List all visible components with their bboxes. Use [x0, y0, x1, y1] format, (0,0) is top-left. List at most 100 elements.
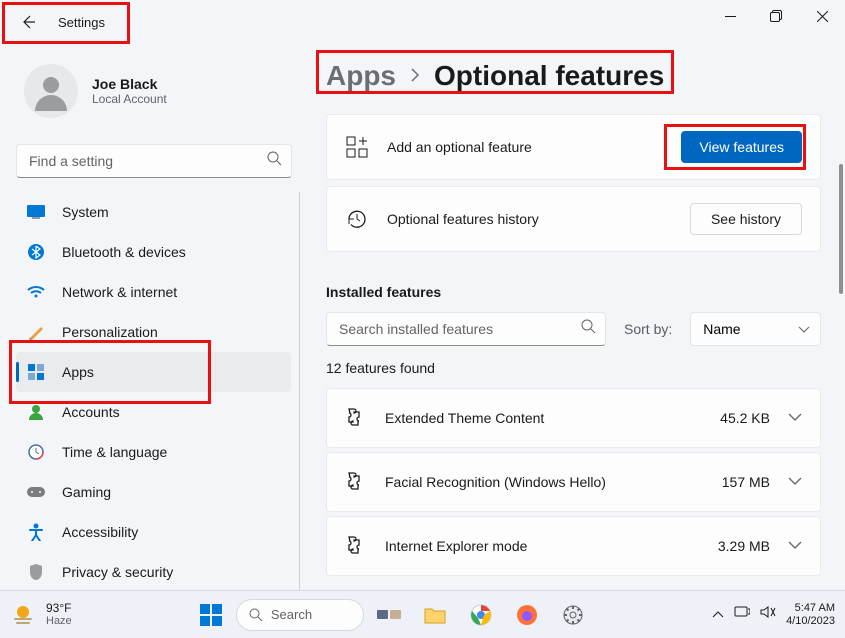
nav-label: Bluetooth & devices: [62, 244, 186, 260]
weather-widget[interactable]: 93°F Haze: [10, 602, 72, 628]
feature-name: Facial Recognition (Windows Hello): [385, 474, 722, 490]
sidebar-item-gamepad[interactable]: Gaming: [16, 472, 291, 512]
sidebar: Joe Black Local Account System Bluetooth …: [0, 44, 306, 590]
sidebar-item-bluetooth[interactable]: Bluetooth & devices: [16, 232, 291, 272]
search-icon: [581, 319, 596, 339]
accessibility-icon: [26, 522, 46, 542]
explorer-icon[interactable]: [414, 594, 456, 636]
chevron-down-icon: [788, 409, 802, 427]
wifi-icon: [26, 282, 46, 302]
scrollbar[interactable]: [839, 164, 843, 294]
history-label: Optional features history: [387, 211, 690, 227]
feature-item[interactable]: Extended Theme Content45.2 KB: [326, 388, 821, 448]
feature-name: Internet Explorer mode: [385, 538, 718, 554]
sort-select[interactable]: Name: [690, 312, 821, 346]
add-feature-card: Add an optional feature View features: [326, 114, 821, 180]
tray-expand-icon[interactable]: [712, 606, 724, 624]
time-text: 5:47 AM: [795, 602, 835, 615]
installed-header: Installed features: [326, 284, 821, 300]
profile-block[interactable]: Joe Black Local Account: [16, 58, 300, 134]
sort-value: Name: [703, 321, 740, 337]
title-bar: Settings: [0, 0, 845, 44]
sidebar-item-system[interactable]: System: [16, 192, 291, 232]
chevron-down-icon: [798, 321, 810, 337]
nav-label: Accessibility: [62, 524, 138, 540]
chevron-down-icon: [788, 473, 802, 491]
nav-label: Accounts: [62, 404, 120, 420]
nav-label: Privacy & security: [62, 564, 173, 580]
feature-size: 157 MB: [722, 474, 770, 490]
puzzle-icon: [345, 471, 367, 493]
puzzle-icon: [345, 407, 367, 429]
add-feature-icon: [345, 135, 369, 159]
app-title: Settings: [58, 15, 105, 30]
system-icon: [26, 202, 46, 222]
sort-label: Sort by:: [624, 321, 672, 337]
feature-size: 45.2 KB: [720, 410, 770, 426]
weather-condition: Haze: [46, 615, 72, 627]
back-button[interactable]: [18, 12, 38, 32]
maximize-button[interactable]: [753, 0, 799, 32]
sidebar-item-person[interactable]: Accounts: [16, 392, 291, 432]
shield-icon: [26, 562, 46, 582]
feature-size: 3.29 MB: [718, 538, 770, 554]
history-card: Optional features history See history: [326, 186, 821, 252]
installed-search-input[interactable]: [326, 312, 606, 346]
chrome-icon[interactable]: [460, 594, 502, 636]
nav-label: Gaming: [62, 484, 111, 500]
sidebar-item-shield[interactable]: Privacy & security: [16, 552, 291, 590]
taskbar-search[interactable]: Search: [236, 599, 364, 631]
close-button[interactable]: [799, 0, 845, 32]
task-view-button[interactable]: [368, 594, 410, 636]
sidebar-item-accessibility[interactable]: Accessibility: [16, 512, 291, 552]
breadcrumb-parent[interactable]: Apps: [326, 60, 396, 92]
volume-icon[interactable]: [760, 605, 776, 624]
taskbar: 93°F Haze Search 5:47 AM 4/10/2023: [0, 590, 845, 638]
clock[interactable]: 5:47 AM 4/10/2023: [786, 602, 835, 627]
sidebar-item-apps[interactable]: Apps: [16, 352, 291, 392]
profile-name: Joe Black: [92, 76, 167, 92]
brush-icon: [26, 322, 46, 342]
search-icon: [267, 151, 282, 171]
start-button[interactable]: [190, 594, 232, 636]
sidebar-search-input[interactable]: [16, 144, 292, 178]
sidebar-item-brush[interactable]: Personalization: [16, 312, 291, 352]
sidebar-item-clock[interactable]: Time & language: [16, 432, 291, 472]
puzzle-icon: [345, 535, 367, 557]
breadcrumb-current: Optional features: [434, 60, 664, 92]
bluetooth-icon: [26, 242, 46, 262]
weather-icon: [10, 602, 36, 628]
history-icon: [345, 207, 369, 231]
network-icon[interactable]: [734, 605, 750, 624]
search-icon: [249, 608, 263, 622]
feature-item[interactable]: Facial Recognition (Windows Hello)157 MB: [326, 452, 821, 512]
window-controls: [707, 0, 845, 32]
firefox-icon[interactable]: [506, 594, 548, 636]
breadcrumb: Apps Optional features: [326, 60, 821, 92]
person-icon: [26, 402, 46, 422]
nav-label: Apps: [62, 364, 94, 380]
add-feature-label: Add an optional feature: [387, 139, 681, 155]
minimize-button[interactable]: [707, 0, 753, 32]
date-text: 4/10/2023: [786, 615, 835, 628]
weather-temp: 93°F: [46, 602, 72, 615]
avatar: [24, 64, 78, 118]
see-history-button[interactable]: See history: [690, 203, 802, 235]
view-features-button[interactable]: View features: [681, 131, 802, 163]
gamepad-icon: [26, 482, 46, 502]
sidebar-item-wifi[interactable]: Network & internet: [16, 272, 291, 312]
taskbar-search-label: Search: [271, 607, 312, 622]
features-count: 12 features found: [326, 360, 821, 376]
main-content: Apps Optional features Add an optional f…: [306, 44, 845, 590]
feature-name: Extended Theme Content: [385, 410, 720, 426]
chevron-right-icon: [410, 66, 420, 87]
profile-subtitle: Local Account: [92, 92, 167, 106]
chevron-down-icon: [788, 537, 802, 555]
nav-label: Personalization: [62, 324, 158, 340]
clock-icon: [26, 442, 46, 462]
nav-label: Network & internet: [62, 284, 177, 300]
feature-item[interactable]: Internet Explorer mode3.29 MB: [326, 516, 821, 576]
apps-icon: [26, 362, 46, 382]
settings-icon-taskbar[interactable]: [552, 594, 594, 636]
nav-label: Time & language: [62, 444, 167, 460]
